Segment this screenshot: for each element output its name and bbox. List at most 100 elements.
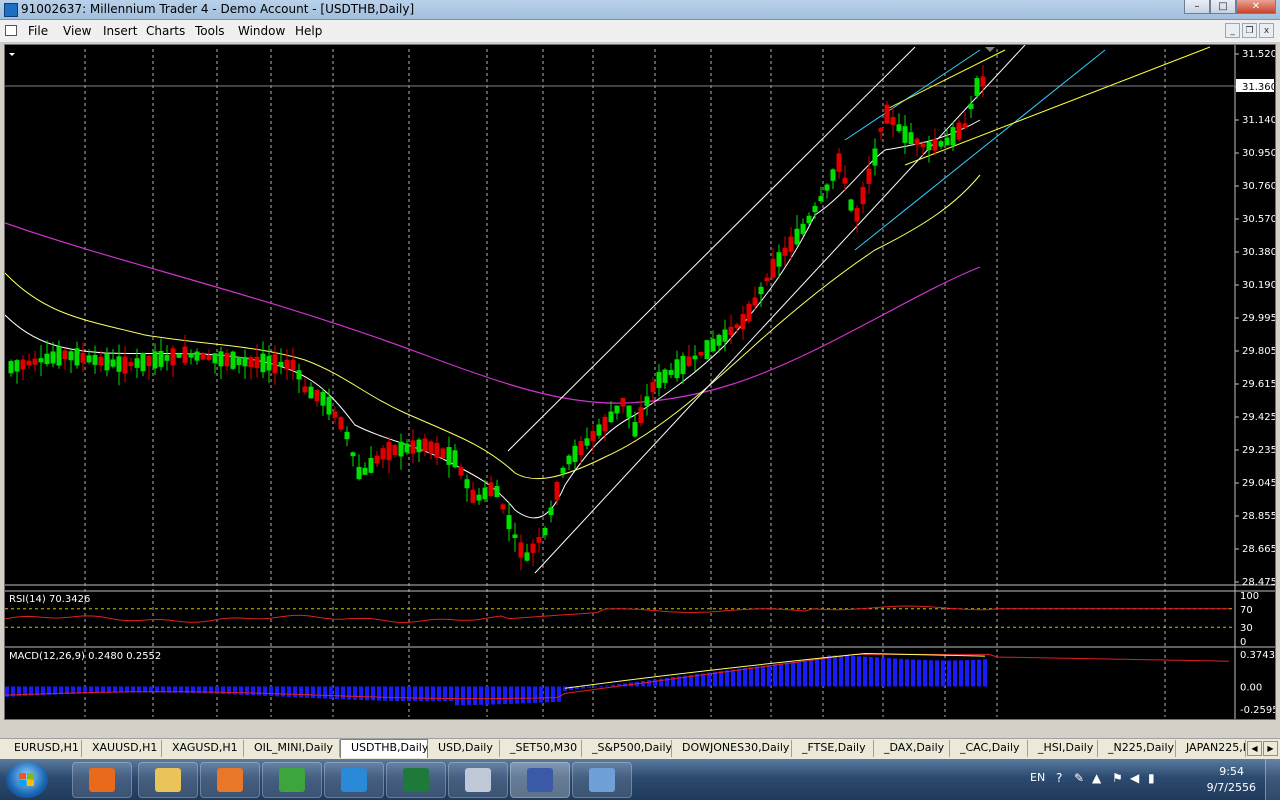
candle-body [644,396,650,406]
candle-body [104,353,110,371]
tab-dax-daily[interactable]: _DAX,Daily [874,740,950,757]
macd-histogram-bar [275,686,279,697]
candle-body [656,372,662,388]
flag-icon[interactable]: ⚑ [1112,771,1123,785]
tab-n225-daily[interactable]: _N225,Daily [1098,740,1176,757]
candle-body [770,258,776,278]
tab-dowjones30-daily[interactable]: DOWJONES30,Daily [672,740,792,757]
taskbar-trading-terminal[interactable] [510,762,570,798]
menu-view[interactable]: View [63,23,91,39]
tab-ftse-daily[interactable]: _FTSE,Daily [792,740,874,757]
chart-close-button[interactable]: x [1259,23,1274,38]
candle-body [908,132,914,145]
tab-japan225[interactable]: JAPAN225,H [1176,740,1246,757]
tab-sp500-daily[interactable]: _S&P500,Daily [582,740,672,757]
taskbar-chrome[interactable] [262,762,322,798]
candle-body [782,247,788,256]
candle-body [536,537,542,543]
macd-histogram-bar [611,684,615,687]
clock-time[interactable]: 9:54 [1219,765,1244,778]
tab-hsi-daily[interactable]: _HSI,Daily [1028,740,1098,757]
taskbar-trader-app[interactable] [572,762,632,798]
candle-body [380,448,386,460]
taskbar-explorer[interactable] [138,762,198,798]
macd-histogram-bar [395,686,399,701]
candle-body [476,494,482,501]
macd-histogram-bar [437,686,441,702]
candle-body [872,148,878,166]
tab-usdthb-daily[interactable]: USDTHB,Daily [340,739,428,758]
document-icon[interactable] [5,25,17,36]
macd-histogram-bar [329,686,333,699]
tab-cac-daily[interactable]: _CAC,Daily [950,740,1028,757]
taskbar-internet-explorer[interactable] [324,762,384,798]
chart-menu-triangle-icon [9,53,15,56]
candle-body [368,457,374,473]
chart-window[interactable]: 18 Jan 201330 Jan 201311 Feb 201321 Feb … [4,44,1276,720]
candle-body [926,141,932,151]
macd-histogram-bar [845,655,849,687]
taskbar-media-player[interactable] [72,762,132,798]
macd-histogram-bar [317,686,321,699]
macd-histogram-bar [521,686,525,704]
candle-body [224,352,230,367]
candle-body [272,354,278,374]
candle-body [26,360,32,366]
tab-usd-daily[interactable]: USD,Daily [428,740,500,757]
candle-body [164,354,170,361]
macd-level-label: -0.2595 [1240,705,1275,716]
macd-histogram-bar [287,686,291,697]
macd-histogram-bar [857,656,861,687]
window-title: 91002637: Millennium Trader 4 - Demo Acc… [21,2,415,16]
close-button[interactable]: ✕ [1236,0,1276,14]
candle-body [80,352,86,363]
chart-restore-button[interactable]: ❐ [1242,23,1257,38]
menu-insert[interactable]: Insert [103,23,137,39]
price-label: 29.615 [1242,379,1275,390]
candle-body [410,440,416,454]
menu-tools[interactable]: Tools [195,23,225,39]
start-button[interactable] [6,762,48,798]
tab-scroll: ◀ ▶ [1247,741,1278,756]
menu-window[interactable]: Window [238,23,285,39]
help-icon[interactable]: ? [1056,771,1062,785]
candle-body [638,407,644,424]
candle-body [728,326,734,336]
candle-body [512,534,518,538]
minimize-button[interactable]: – [1184,0,1210,14]
chart-minimize-button[interactable]: _ [1225,23,1240,38]
show-desktop-button[interactable] [1265,759,1280,800]
network-icon[interactable]: ▮ [1148,771,1155,785]
tab-scroll-left-icon[interactable]: ◀ [1247,741,1262,756]
candle-body [452,450,458,468]
tab-xauusd-h1[interactable]: XAUUSD,H1 [82,740,162,757]
menu-charts[interactable]: Charts [146,23,185,39]
macd-histogram-bar [713,671,717,687]
show-hidden-icons-icon[interactable]: ▲ [1092,771,1101,785]
taskbar-firefox[interactable] [200,762,260,798]
candle-body [32,358,38,365]
menu-file[interactable]: File [28,23,48,39]
candle-body [566,455,572,465]
candle-body [338,417,344,430]
macd-histogram-bar [839,655,843,687]
candle-body [554,481,560,501]
tab-scroll-right-icon[interactable]: ▶ [1263,741,1278,756]
volume-icon[interactable]: ◀ [1130,771,1139,785]
tab-oil-mini-daily[interactable]: OIL_MINI,Daily [244,740,340,757]
taskbar-paint[interactable] [448,762,508,798]
language-indicator[interactable]: EN [1030,771,1045,784]
tab-xagusd-h1[interactable]: XAGUSD,H1 [162,740,244,757]
tools-icon[interactable]: ✎ [1074,771,1084,785]
tab-set50-m30[interactable]: _SET50,M30 [500,740,582,757]
candle-body [800,223,806,235]
taskbar-excel[interactable] [386,762,446,798]
clock-date[interactable]: 9/7/2556 [1207,781,1256,794]
menu-help[interactable]: Help [295,23,322,39]
price-chart[interactable]: 18 Jan 201330 Jan 201311 Feb 201321 Feb … [5,45,1275,719]
candle-body [704,340,710,360]
maximize-button[interactable]: □ [1210,0,1236,14]
tab-eurusd-h1[interactable]: EURUSD,H1 [4,740,82,757]
candle-body [614,405,620,414]
candle-body [446,447,452,465]
